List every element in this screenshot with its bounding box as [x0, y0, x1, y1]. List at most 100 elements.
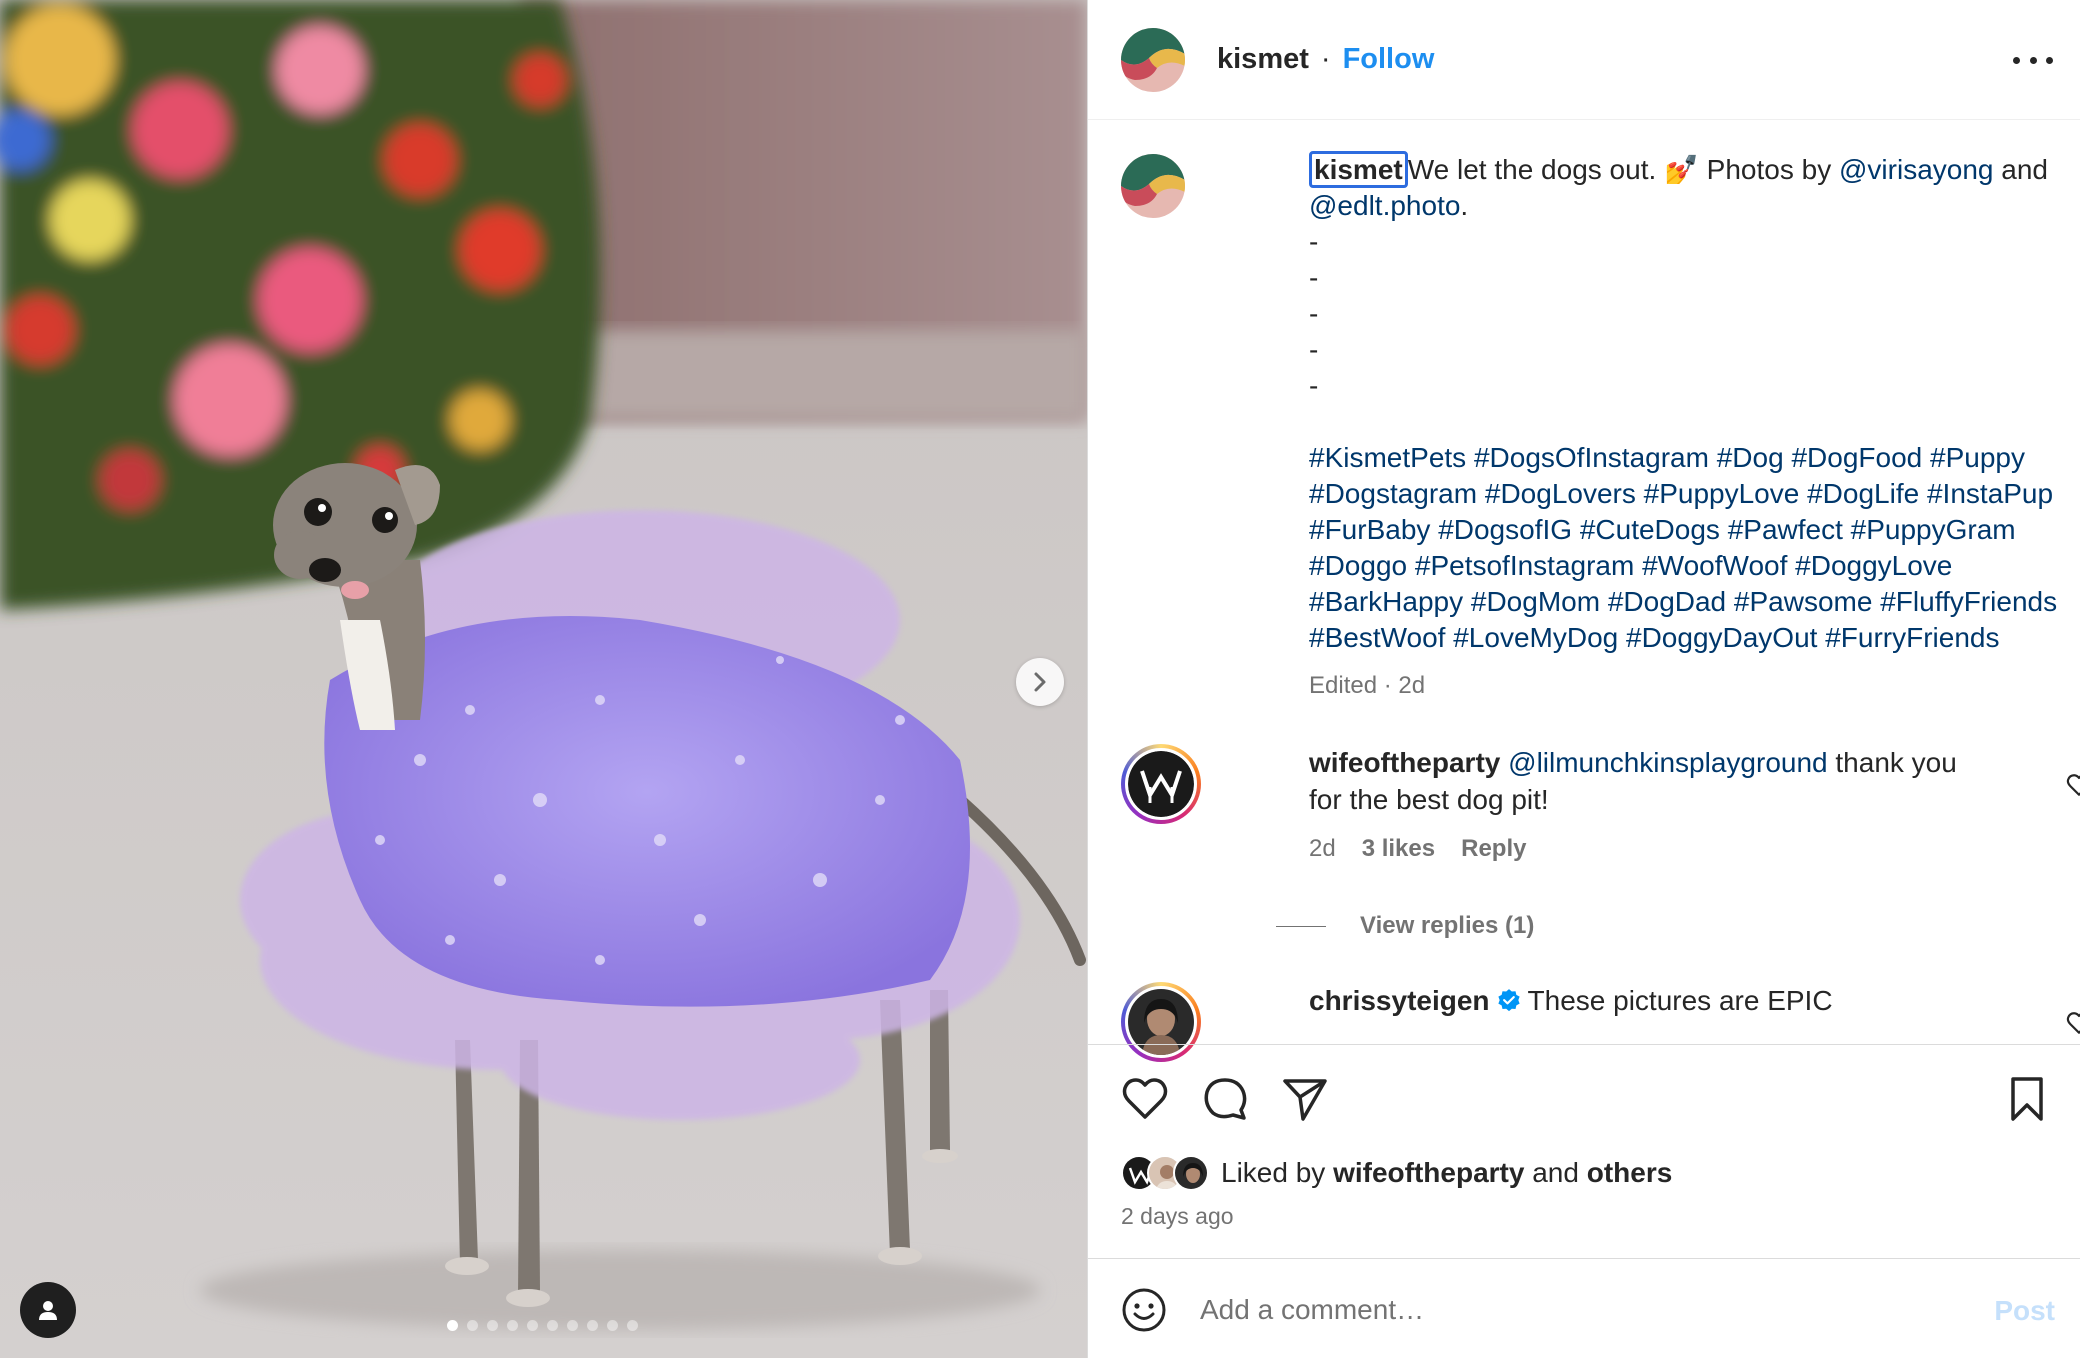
carousel-indicator — [447, 1320, 638, 1331]
hashtag-link[interactable]: #Doggo — [1309, 550, 1407, 581]
liked-by-text: Liked by wifeoftheparty and others — [1221, 1157, 1672, 1189]
carousel-dot — [627, 1320, 638, 1331]
add-comment-bar: Post — [1088, 1258, 2080, 1358]
post-photo — [0, 0, 1087, 1358]
mention-link[interactable]: @edlt.photo — [1309, 190, 1460, 221]
avatar[interactable] — [1121, 744, 1201, 824]
caption-main: kismet We let the dogs out. 💅 Photos by @… — [1309, 151, 2080, 224]
follow-button[interactable]: Follow — [1343, 43, 1435, 76]
kismet-logo-icon — [1121, 27, 1185, 92]
wifeoftheparty-logo-icon — [1128, 751, 1194, 817]
liked-by-and: and — [1532, 1157, 1579, 1188]
carousel-dot — [447, 1320, 458, 1331]
reply-button[interactable]: Reply — [1461, 830, 1526, 867]
comment-username[interactable]: wifeoftheparty — [1309, 747, 1500, 778]
more-dot — [2029, 56, 2037, 64]
comment-likes[interactable]: 3 likes — [1362, 830, 1435, 867]
caption-text-3: and — [1993, 154, 2048, 185]
carousel-dot — [507, 1320, 518, 1331]
more-dot — [2046, 56, 2053, 64]
hashtag-link[interactable]: #FluffyFriends — [1880, 586, 2057, 617]
post-details-panel: kismet · Follow kismet We let the dogs ou… — [1087, 0, 2080, 1358]
hashtag-link[interactable]: #InstaPup — [1927, 478, 2053, 509]
comment-bubble-icon[interactable] — [1201, 1075, 1249, 1123]
hashtag-link[interactable]: #Dogstagram — [1309, 478, 1477, 509]
carousel-dot — [527, 1320, 538, 1331]
hashtag-link[interactable]: #DoggyLove — [1795, 550, 1952, 581]
hashtag-link[interactable]: #DogsofIG — [1438, 514, 1572, 545]
caption-dash: - — [1309, 262, 1319, 293]
hashtag-link[interactable]: #Pawsome — [1734, 586, 1873, 617]
bookmark-icon[interactable] — [2003, 1075, 2051, 1123]
post-header: kismet · Follow — [1088, 0, 2080, 120]
like-heart-icon[interactable] — [1121, 1075, 1169, 1123]
hashtag-link[interactable]: #DogMom — [1471, 586, 1600, 617]
caption-username[interactable]: kismet — [1309, 151, 1408, 188]
comment-input[interactable] — [1200, 1287, 1960, 1333]
hashtag-link[interactable]: #DogLovers — [1485, 478, 1636, 509]
caption-dashes: - - - - - — [1309, 224, 2080, 404]
hashtag-link[interactable]: #DogsOfInstagram — [1474, 442, 1709, 473]
mention-link[interactable]: @lilmunchkinsplayground — [1508, 747, 1827, 778]
hashtag-link[interactable]: #WoofWoof — [1642, 550, 1787, 581]
next-slide-button[interactable] — [1016, 658, 1064, 706]
view-replies-label: View replies (1) — [1360, 912, 1535, 939]
profile-photo-icon — [1175, 1157, 1207, 1189]
hashtag-link[interactable]: #Dog — [1717, 442, 1784, 473]
hashtag-link[interactable]: #PuppyGram — [1851, 514, 2016, 545]
view-replies-button[interactable]: View replies (1) — [1276, 912, 1534, 940]
hashtag-link[interactable]: #Pawfect — [1728, 514, 1843, 545]
hashtag-link[interactable]: #BarkHappy — [1309, 586, 1463, 617]
instagram-post-modal: kismet · Follow kismet We let the dogs ou… — [0, 0, 2080, 1358]
caption-dash: - — [1309, 334, 1319, 365]
caption-text-1: We let the dogs out. — [1407, 154, 1665, 185]
more-options-button[interactable] — [2013, 46, 2053, 74]
mention-link[interactable]: @virisayong — [1839, 154, 1993, 185]
hashtag-link[interactable]: #DoggyDayOut — [1626, 622, 1817, 653]
hashtag-link[interactable]: #DogDad — [1608, 586, 1726, 617]
post-actions: Liked by wifeoftheparty and others 2 day… — [1088, 1044, 2080, 1258]
liked-by-others[interactable]: others — [1587, 1157, 1673, 1188]
avatar[interactable] — [1121, 27, 1185, 92]
hashtag-link[interactable]: #KismetPets — [1309, 442, 1466, 473]
hashtag-link[interactable]: #BestWoof — [1309, 622, 1445, 653]
chevron-right-icon — [1034, 672, 1046, 692]
post-media[interactable] — [0, 0, 1087, 1358]
share-send-icon[interactable] — [1281, 1075, 1329, 1123]
kismet-logo-icon — [1121, 154, 1185, 218]
post-date[interactable]: 2 days ago — [1121, 1203, 1234, 1230]
hashtag-link[interactable]: #DogLife — [1807, 478, 1919, 509]
liked-by-user[interactable]: wifeoftheparty — [1333, 1157, 1524, 1188]
hashtag-link[interactable]: #Puppy — [1930, 442, 2025, 473]
post-comment-button[interactable]: Post — [1994, 1295, 2055, 1327]
caption-dash: - — [1309, 370, 1319, 401]
carousel-dot — [547, 1320, 558, 1331]
replies-line — [1276, 925, 1326, 927]
hashtag-link[interactable]: #DogFood — [1791, 442, 1922, 473]
post-author-username[interactable]: kismet — [1217, 43, 1309, 76]
hashtag-link[interactable]: #LoveMyDog — [1453, 622, 1618, 653]
comment-message: These pictures are EPIC — [1527, 985, 1833, 1016]
hashtag-link[interactable]: #CuteDogs — [1580, 514, 1720, 545]
comment-meta: 2d 3 likes Reply — [1309, 830, 1989, 867]
likes-summary: Liked by wifeoftheparty and others — [1121, 1155, 1672, 1191]
hashtag-link[interactable]: #FurBaby — [1309, 514, 1430, 545]
comment-username[interactable]: chrissyteigen — [1309, 985, 1490, 1016]
carousel-dot — [607, 1320, 618, 1331]
caption-text-4: . — [1460, 190, 1469, 221]
hashtag-list: #KismetPets #DogsOfInstagram #Dog #DogFo… — [1309, 440, 2080, 656]
heart-icon[interactable] — [2066, 772, 2080, 798]
avatar[interactable] — [1121, 154, 1185, 218]
avatar — [1173, 1155, 1209, 1191]
tagged-users-button[interactable] — [20, 1282, 76, 1338]
caption-meta: Edited · 2d — [1309, 672, 1426, 699]
header-separator: · — [1320, 43, 1331, 75]
emoji-icon[interactable] — [1121, 1287, 1167, 1333]
caption-text-2: Photos by — [1698, 154, 1839, 185]
hashtag-link[interactable]: #PuppyLove — [1644, 478, 1800, 509]
heart-icon[interactable] — [2066, 1010, 2080, 1036]
hashtag-link[interactable]: #PetsofInstagram — [1415, 550, 1634, 581]
hashtag-link[interactable]: #FurryFriends — [1825, 622, 1999, 653]
user-icon — [39, 1301, 57, 1320]
verified-badge-icon — [1497, 989, 1520, 1012]
